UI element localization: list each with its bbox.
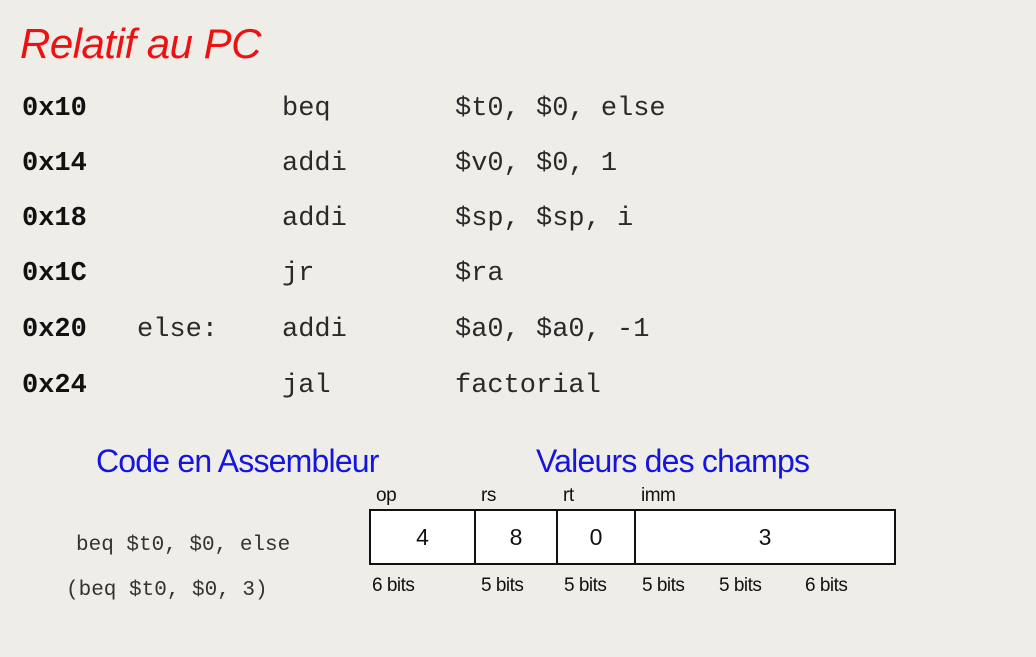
code-label: else: — [137, 315, 219, 345]
code-opcode: addi — [282, 204, 347, 234]
code-line: 0x1C jr $ra — [0, 254, 1036, 294]
code-opcode: jal — [282, 371, 331, 401]
bit-width-label: 5 bits — [719, 575, 762, 596]
code-line: 0x20 else: addi $a0, $a0, -1 — [0, 310, 1036, 350]
bit-width-label: 6 bits — [372, 575, 415, 596]
field-value-imm: 3 — [758, 524, 772, 550]
field-values-heading: Valeurs des champs — [536, 443, 810, 479]
code-address: 0x10 — [22, 94, 87, 124]
code-operands: $a0, $a0, -1 — [455, 315, 650, 345]
code-operands: $t0, $0, else — [455, 94, 666, 124]
field-value-rt: 0 — [589, 524, 603, 550]
bit-width-label: 6 bits — [805, 575, 848, 596]
field-name-rt: rt — [563, 485, 574, 506]
code-operands: $ra — [455, 259, 504, 289]
code-opcode: addi — [282, 315, 347, 345]
field-name-op: op — [376, 485, 397, 506]
code-opcode: addi — [282, 149, 347, 179]
code-line: 0x24 jal factorial — [0, 366, 1036, 406]
code-address: 0x20 — [22, 315, 87, 345]
code-operands: $sp, $sp, i — [455, 204, 634, 234]
bit-width-label: 5 bits — [642, 575, 685, 596]
instruction-format-box: 4 8 0 3 — [369, 509, 896, 565]
bit-width-label: 5 bits — [481, 575, 524, 596]
assembly-heading: Code en Assembleur — [96, 443, 379, 479]
code-address: 0x18 — [22, 204, 87, 234]
code-opcode: jr — [282, 259, 315, 289]
code-line: 0x10 beq $t0, $0, else — [0, 89, 1036, 129]
code-address: 0x1C — [22, 259, 87, 289]
field-value-op: 4 — [416, 524, 429, 550]
code-opcode: beq — [282, 94, 331, 124]
assembly-instruction-resolved: (beq $t0, $0, 3) — [66, 579, 268, 602]
field-name-imm: imm — [641, 485, 676, 506]
code-operands: factorial — [455, 371, 601, 401]
code-operands: $v0, $0, 1 — [455, 149, 618, 179]
code-address: 0x24 — [22, 371, 87, 401]
field-name-rs: rs — [481, 485, 496, 506]
code-line: 0x14 addi $v0, $0, 1 — [0, 144, 1036, 184]
bit-width-label: 5 bits — [564, 575, 607, 596]
slide-title: Relatif au PC — [20, 20, 261, 67]
field-value-rs: 8 — [509, 524, 523, 550]
code-address: 0x14 — [22, 149, 87, 179]
assembly-instruction: beq $t0, $0, else — [76, 534, 291, 557]
code-line: 0x18 addi $sp, $sp, i — [0, 199, 1036, 239]
